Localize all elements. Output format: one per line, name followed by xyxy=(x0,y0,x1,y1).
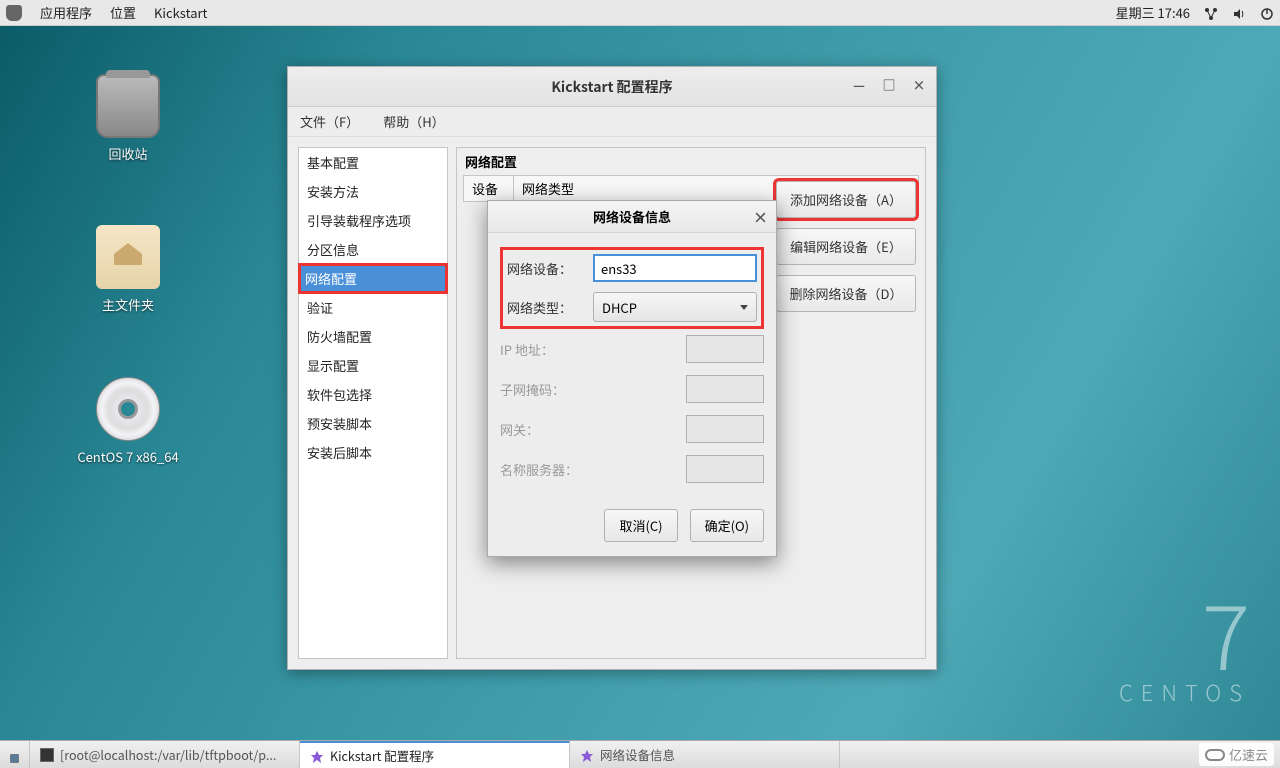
nameserver-input xyxy=(686,455,764,483)
window-maximize-button[interactable]: □ xyxy=(880,75,898,93)
label-mask: 子网掩码： xyxy=(500,380,578,399)
cd-icon xyxy=(96,377,160,441)
gnome-foot-icon xyxy=(6,5,22,21)
label-dns: 名称服务器： xyxy=(500,460,578,479)
label-gateway: 网关： xyxy=(500,420,578,439)
power-icon[interactable] xyxy=(1260,6,1274,20)
sidebar-item-2[interactable]: 引导装载程序选项 xyxy=(299,206,447,235)
menu-kickstart[interactable]: Kickstart xyxy=(154,3,207,22)
top-panel: 应用程序 位置 Kickstart 星期三 17:46 xyxy=(0,0,1280,26)
watermark: 亿速云 xyxy=(1199,743,1274,766)
ip-address-input xyxy=(686,335,764,363)
dialog-titlebar[interactable]: 网络设备信息 × xyxy=(488,201,776,233)
window-minimize-button[interactable]: — xyxy=(850,75,868,93)
dialog-close-button[interactable]: × xyxy=(753,207,768,228)
centos-seven: 7 xyxy=(1119,586,1250,676)
subnet-mask-input xyxy=(686,375,764,403)
task-kickstart[interactable]: Kickstart 配置程序 xyxy=(300,741,570,768)
sidebar-item-1[interactable]: 安装方法 xyxy=(299,177,447,206)
sidebar-item-6[interactable]: 防火墙配置 xyxy=(299,322,447,351)
section-title: 网络配置 xyxy=(457,148,925,175)
sidebar-item-9[interactable]: 预安装脚本 xyxy=(299,409,447,438)
sidebar-item-4[interactable]: 网络配置 xyxy=(299,264,447,293)
watermark-label: 亿速云 xyxy=(1229,745,1268,764)
window-title: Kickstart 配置程序 xyxy=(551,77,672,97)
edit-network-device-button[interactable]: 编辑网络设备（E） xyxy=(776,228,916,265)
cancel-button[interactable]: 取消(C) xyxy=(604,509,677,542)
dialog-title: 网络设备信息 xyxy=(593,207,671,226)
task-terminal-label: [root@localhost:/var/lib/tftpboot/p... xyxy=(60,745,276,764)
network-actions: 添加网络设备（A） 编辑网络设备（E） 删除网络设备（D） xyxy=(776,181,916,312)
network-device-dialog: 网络设备信息 × 网络设备： 网络类型： DHCP IP 地址： 子网掩码： xyxy=(487,200,777,557)
centos-word: CENTOS xyxy=(1119,676,1250,708)
sidebar: 基本配置安装方法引导装载程序选项分区信息网络配置验证防火墙配置显示配置软件包选择… xyxy=(298,147,448,659)
sidebar-item-3[interactable]: 分区信息 xyxy=(299,235,447,264)
window-close-button[interactable]: × xyxy=(910,75,928,93)
dialog-app-icon xyxy=(580,748,594,762)
window-titlebar[interactable]: Kickstart 配置程序 — □ × xyxy=(288,67,936,107)
network-type-value: DHCP xyxy=(602,298,637,317)
gateway-input xyxy=(686,415,764,443)
task-kickstart-label: Kickstart 配置程序 xyxy=(330,746,434,765)
home-label: 主文件夹 xyxy=(73,295,183,314)
volume-icon[interactable] xyxy=(1232,6,1246,20)
clock-label[interactable]: 星期三 17:46 xyxy=(1116,3,1190,22)
cloud-icon xyxy=(1205,749,1225,761)
sidebar-item-7[interactable]: 显示配置 xyxy=(299,351,447,380)
menu-places[interactable]: 位置 xyxy=(110,3,136,22)
desktop-cd[interactable]: CentOS 7 x86_64 xyxy=(73,377,183,466)
terminal-icon xyxy=(40,748,54,762)
sidebar-item-5[interactable]: 验证 xyxy=(299,293,447,322)
table-col-device[interactable]: 设备 xyxy=(464,176,514,201)
ok-button[interactable]: 确定(O) xyxy=(690,509,764,542)
centos-brand: 7 CENTOS xyxy=(1119,586,1250,708)
trash-icon xyxy=(96,74,160,138)
add-network-device-button[interactable]: 添加网络设备（A） xyxy=(776,181,916,218)
delete-network-device-button[interactable]: 删除网络设备（D） xyxy=(776,275,916,312)
desktop-trash[interactable]: 回收站 xyxy=(73,74,183,163)
show-desktop-icon xyxy=(10,748,19,762)
show-desktop-button[interactable] xyxy=(0,741,30,768)
network-device-input[interactable] xyxy=(593,254,757,282)
kickstart-app-icon xyxy=(310,749,324,763)
network-type-combobox[interactable]: DHCP xyxy=(593,292,757,322)
menu-help[interactable]: 帮助（H） xyxy=(383,112,444,131)
menu-file[interactable]: 文件（F） xyxy=(300,112,359,131)
task-dialog[interactable]: 网络设备信息 xyxy=(570,741,840,768)
sidebar-item-0[interactable]: 基本配置 xyxy=(299,148,447,177)
cd-label: CentOS 7 x86_64 xyxy=(73,447,183,466)
chevron-down-icon xyxy=(740,305,748,310)
home-folder-icon xyxy=(96,225,160,289)
desktop-home[interactable]: 主文件夹 xyxy=(73,225,183,314)
task-dialog-label: 网络设备信息 xyxy=(600,745,675,764)
task-terminal[interactable]: [root@localhost:/var/lib/tftpboot/p... xyxy=(30,741,300,768)
taskbar: [root@localhost:/var/lib/tftpboot/p... K… xyxy=(0,740,1280,768)
sidebar-item-10[interactable]: 安装后脚本 xyxy=(299,438,447,467)
label-type: 网络类型： xyxy=(507,298,585,317)
menu-applications[interactable]: 应用程序 xyxy=(40,3,92,22)
menubar: 文件（F） 帮助（H） xyxy=(288,107,936,137)
label-device: 网络设备： xyxy=(507,259,585,278)
trash-label: 回收站 xyxy=(73,144,183,163)
network-indicator-icon[interactable] xyxy=(1204,6,1218,20)
sidebar-item-8[interactable]: 软件包选择 xyxy=(299,380,447,409)
label-ip: IP 地址： xyxy=(500,340,578,359)
